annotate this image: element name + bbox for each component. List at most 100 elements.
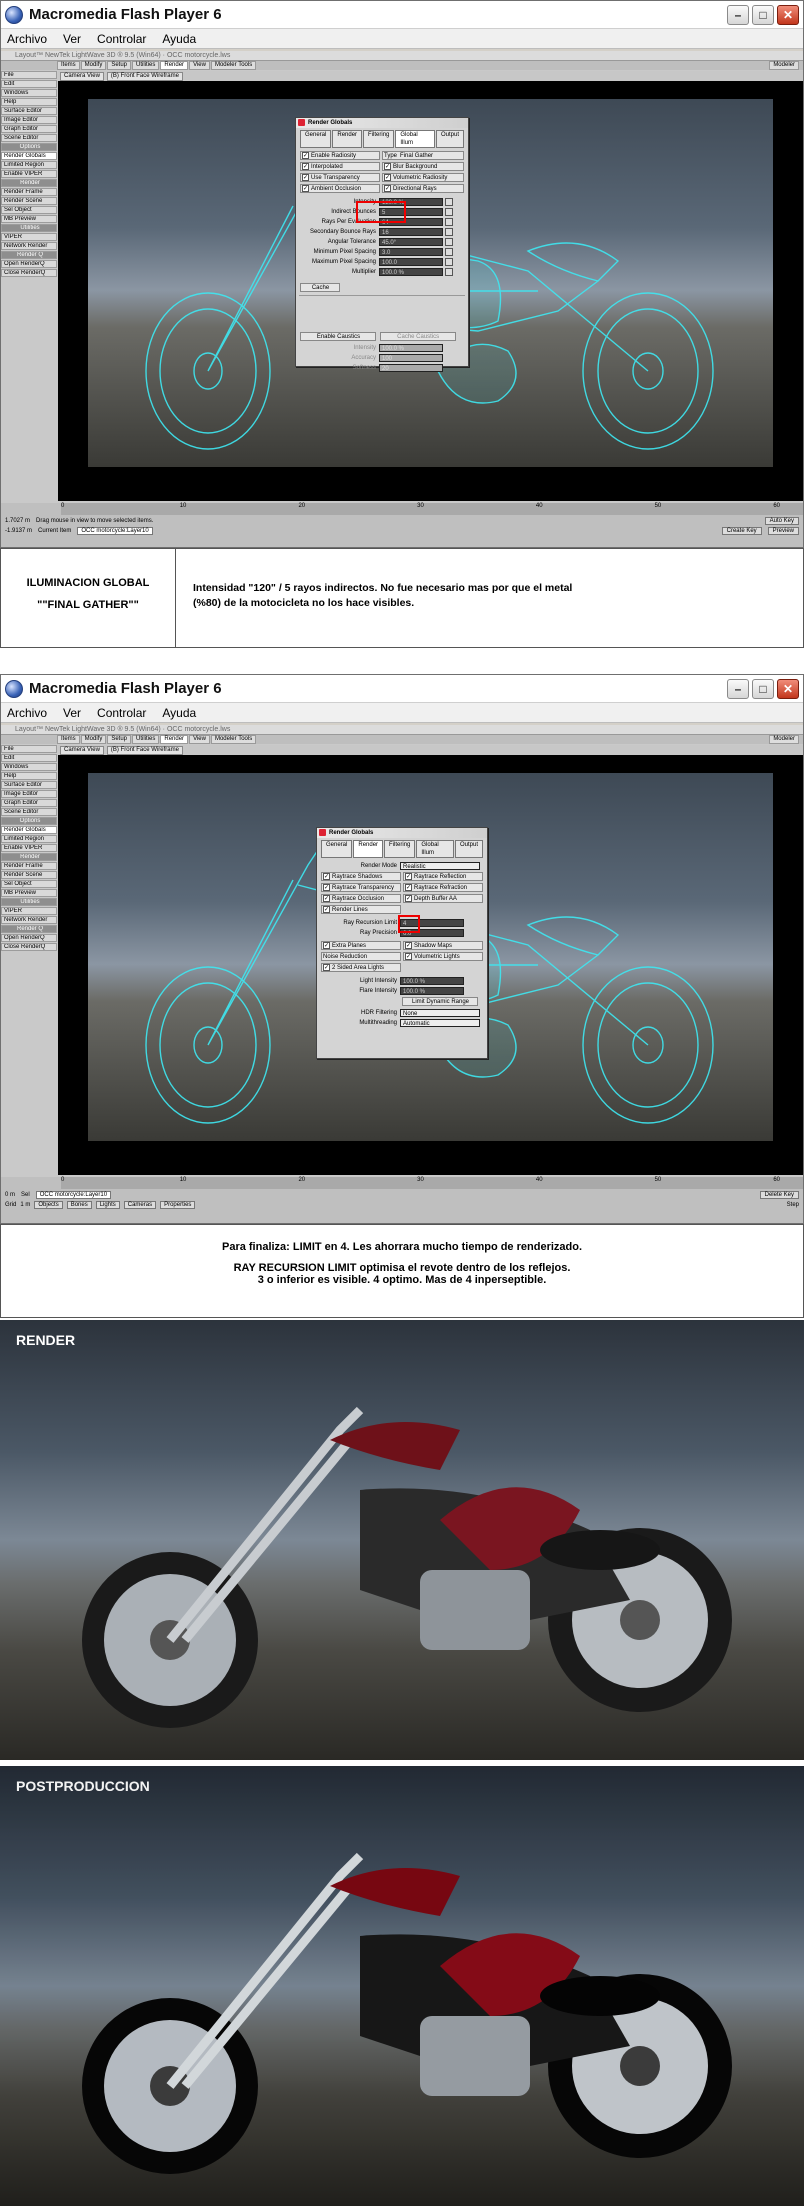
sidebar-render-frame[interactable]: Render Frame: [1, 862, 57, 870]
tab-utilities[interactable]: Utilities: [132, 735, 160, 744]
interpolated-checkbox[interactable]: ✓ Interpolated: [300, 162, 380, 171]
sidebar-enable-viper[interactable]: Enable VIPER: [1, 170, 57, 178]
tab-setup[interactable]: Setup: [107, 61, 132, 70]
enable-radiosity-checkbox[interactable]: ✓ Enable Radiosity: [300, 151, 380, 160]
tab-general[interactable]: General: [321, 840, 353, 858]
sidebar-file[interactable]: File: [1, 745, 57, 753]
tab-filtering[interactable]: Filtering: [363, 130, 395, 148]
tab-items[interactable]: Items: [57, 61, 80, 70]
cameras-button[interactable]: Cameras: [123, 1201, 157, 1209]
envelope-button[interactable]: [445, 247, 453, 256]
sidebar-render-scene[interactable]: Render Scene: [1, 871, 57, 879]
close-button[interactable]: ✕: [777, 678, 799, 699]
envelope-button[interactable]: [445, 257, 453, 266]
render-mode-field[interactable]: Render Mode Realistic: [317, 861, 487, 870]
menu-controlar[interactable]: Controlar: [97, 706, 146, 720]
max-pixel-spacing-value[interactable]: 100.0: [379, 257, 443, 266]
min-pixel-spacing-value[interactable]: 3.0: [379, 247, 443, 256]
sidebar-mb-preview[interactable]: MB Preview: [1, 889, 57, 897]
lights-button[interactable]: Lights: [95, 1201, 120, 1209]
angular-tolerance-field[interactable]: Angular Tolerance 45.0°: [299, 237, 465, 246]
flare-intensity-field[interactable]: Flare Intensity 100.0 %: [320, 986, 484, 995]
secondary-bounce-rays-field[interactable]: Secondary Bounce Rays 16: [299, 227, 465, 236]
sidebar-render-globals[interactable]: Render Globals: [1, 826, 57, 834]
preview-button[interactable]: Preview: [767, 527, 799, 535]
tab-setup[interactable]: Setup: [107, 735, 132, 744]
tab-utilities[interactable]: Utilities: [132, 61, 160, 70]
bones-button[interactable]: Bones: [66, 1201, 92, 1209]
tab-output[interactable]: Output: [435, 130, 464, 148]
volumetric-radiosity-checkbox[interactable]: ✓ Volumetric Radiosity: [382, 173, 464, 182]
grid-value[interactable]: 1 m: [20, 1202, 30, 1208]
z-position-value[interactable]: -1.9137 m: [5, 528, 32, 534]
sidebar-image-editor[interactable]: Image Editor: [1, 116, 57, 124]
timeline-ruler[interactable]: 0 10 20 30 40 50 60: [61, 1177, 803, 1189]
sidebar-graph-editor[interactable]: Graph Editor: [1, 799, 57, 807]
sidebar-close-renderq[interactable]: Close RenderQ: [1, 943, 57, 951]
cache-button[interactable]: Cache: [300, 283, 340, 292]
directional-rays-checkbox[interactable]: ✓ Directional Rays: [382, 184, 464, 193]
sidebar-network-render[interactable]: Network Render: [1, 916, 57, 924]
minimize-button[interactable]: –: [727, 4, 749, 25]
maximize-button[interactable]: □: [752, 678, 774, 699]
sidebar-file[interactable]: File: [1, 71, 57, 79]
sidebar-network-render[interactable]: Network Render: [1, 242, 57, 250]
sidebar-limited-region[interactable]: Limited Region: [1, 835, 57, 843]
angular-tolerance-value[interactable]: 45.0°: [379, 237, 443, 246]
two-sided-area-lights-checkbox[interactable]: ✓ 2 Sided Area Lights: [321, 963, 401, 972]
tab-filtering[interactable]: Filtering: [384, 840, 416, 858]
y-position-value[interactable]: 0 m: [5, 1192, 15, 1198]
caustic-accuracy-value[interactable]: 100: [379, 353, 443, 362]
tab-modify[interactable]: Modify: [80, 735, 107, 744]
tab-render[interactable]: Render: [332, 130, 363, 148]
sidebar-sel-object[interactable]: Sel Object: [1, 880, 57, 888]
sidebar-image-editor[interactable]: Image Editor: [1, 790, 57, 798]
blur-background-checkbox[interactable]: ✓ Blur Background: [382, 162, 464, 171]
sidebar-render-scene[interactable]: Render Scene: [1, 197, 57, 205]
sidebar-help[interactable]: Help: [1, 772, 57, 780]
sidebar-open-renderq[interactable]: Open RenderQ: [1, 260, 57, 268]
create-key-button[interactable]: Create Key: [721, 527, 762, 535]
tab-items[interactable]: Items: [57, 735, 80, 744]
secondary-bounce-rays-value[interactable]: 16: [379, 227, 443, 236]
tab-global-illum[interactable]: Global Illum: [416, 840, 454, 858]
envelope-button[interactable]: [445, 267, 453, 276]
camera-viewport[interactable]: Camera View (B) Front Face Wireframe Ren…: [58, 71, 803, 501]
sidebar-graph-editor[interactable]: Graph Editor: [1, 125, 57, 133]
multiplier-value[interactable]: 100.0 %: [379, 267, 443, 276]
sidebar-mb-preview[interactable]: MB Preview: [1, 215, 57, 223]
caustic-accuracy-field[interactable]: Accuracy 100: [299, 353, 465, 362]
enable-caustics-button[interactable]: Enable Caustics: [300, 332, 376, 341]
tab-modeler-tools[interactable]: Modeler Tools: [210, 61, 257, 70]
light-intensity-field[interactable]: Light Intensity 100.0 %: [320, 976, 484, 985]
tab-view[interactable]: View: [189, 735, 210, 744]
max-pixel-spacing-field[interactable]: Maximum Pixel Spacing 100.0: [299, 257, 465, 266]
close-button[interactable]: ✕: [777, 4, 799, 25]
volumetric-lights-checkbox[interactable]: ✓ Volumetric Lights: [403, 952, 483, 961]
multithreading-select[interactable]: Automatic: [400, 1018, 480, 1027]
extra-planes-checkbox[interactable]: ✓ Extra Planes: [321, 941, 401, 950]
tab-modeler-tools[interactable]: Modeler Tools: [210, 735, 257, 744]
current-item-select[interactable]: OCC motorcycle:Layer10: [35, 1191, 112, 1199]
sidebar-render-frame[interactable]: Render Frame: [1, 188, 57, 196]
sidebar-sel-object[interactable]: Sel Object: [1, 206, 57, 214]
timeline-ruler[interactable]: 0 10 20 30 40 50 60: [61, 503, 803, 515]
tab-view[interactable]: View: [189, 61, 210, 70]
envelope-button[interactable]: [445, 207, 453, 216]
depth-buffer-aa-checkbox[interactable]: ✓ Depth Buffer AA: [403, 894, 483, 903]
tab-render[interactable]: Render: [160, 61, 189, 70]
sidebar-windows[interactable]: Windows: [1, 89, 57, 97]
current-item-select[interactable]: OCC motorcycle:Layer10: [77, 527, 153, 535]
type-select[interactable]: Type Final Gather: [382, 151, 464, 160]
cache-caustics-button[interactable]: Cache Caustics: [379, 332, 456, 341]
multithreading-field[interactable]: Multithreading Automatic: [320, 1018, 484, 1027]
menu-ver[interactable]: Ver: [63, 32, 81, 46]
envelope-button[interactable]: [445, 197, 453, 206]
shadow-maps-checkbox[interactable]: ✓ Shadow Maps: [403, 941, 483, 950]
caustic-softness-field[interactable]: Softness 20: [299, 363, 465, 372]
menu-ver[interactable]: Ver: [63, 706, 81, 720]
render-mode-select[interactable]: Realistic: [400, 861, 480, 870]
noise-reduction-button[interactable]: Noise Reduction: [321, 952, 401, 961]
sidebar-render-globals[interactable]: Render Globals: [1, 152, 57, 160]
delete-key-button[interactable]: Delete Key: [759, 1191, 799, 1199]
